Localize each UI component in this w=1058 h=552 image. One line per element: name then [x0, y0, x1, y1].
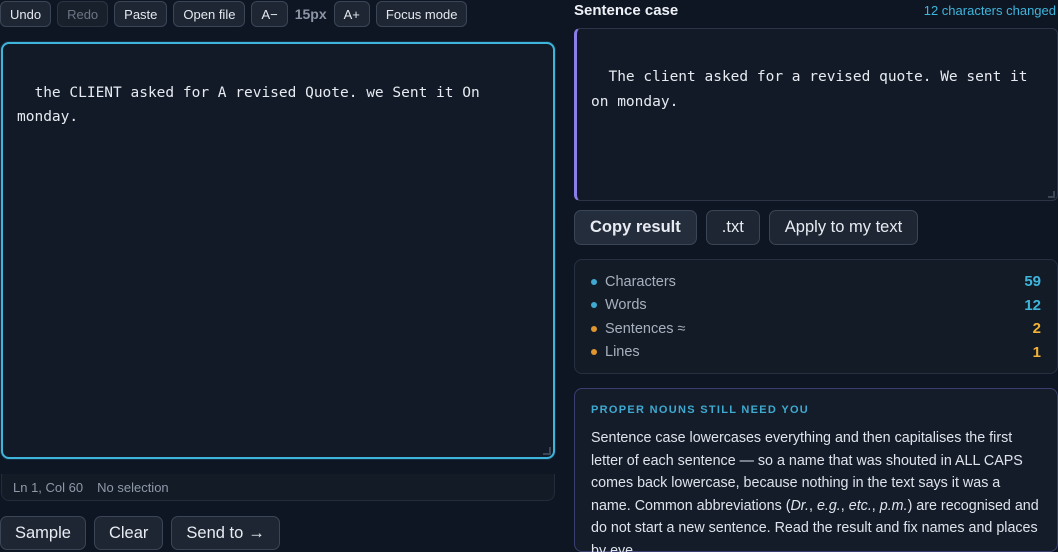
font-decrease-button[interactable]: A−: [251, 1, 288, 27]
font-size-readout: 15px: [294, 6, 327, 22]
note-abbr: e.g.: [816, 497, 841, 514]
stat-row-lines: Lines 1: [591, 341, 1041, 365]
stat-value: 59: [1024, 273, 1041, 291]
input-textarea[interactable]: the CLIENT asked for A revised Quote. we…: [1, 42, 555, 459]
arrow-right-icon: →: [248, 523, 265, 542]
stat-label: Lines: [605, 344, 640, 361]
result-actions: Copy result .txt Apply to my text: [574, 210, 919, 245]
undo-button[interactable]: Undo: [0, 1, 52, 27]
stat-row-words: Words 12: [591, 294, 1041, 318]
bullet-icon: [591, 349, 597, 356]
editor-statusbar: Ln 1, Col 60 No selection: [1, 474, 555, 501]
result-output[interactable]: The client asked for a revised quote. We…: [574, 28, 1058, 201]
input-text: the CLIENT asked for A revised Quote. we…: [17, 85, 480, 125]
result-resize-handle[interactable]: [1048, 191, 1055, 198]
result-header: Sentence case 12 characters changed: [574, 0, 1058, 20]
bullet-icon: [591, 302, 597, 309]
sample-button[interactable]: Sample: [0, 516, 86, 550]
proper-nouns-note: PROPER NOUNS STILL NEED YOU Sentence cas…: [574, 388, 1058, 552]
note-body: Sentence case lowercases everything and …: [591, 427, 1041, 552]
download-txt-button[interactable]: .txt: [705, 210, 760, 245]
font-increase-button[interactable]: A+: [333, 1, 370, 27]
focus-mode-button[interactable]: Focus mode: [375, 1, 468, 27]
stats-panel: Characters 59 Words 12 Sentences ≈ 2 Lin…: [574, 259, 1058, 374]
note-title: PROPER NOUNS STILL NEED YOU: [591, 404, 810, 416]
open-file-button[interactable]: Open file: [173, 1, 246, 27]
cursor-position: Ln 1, Col 60: [13, 479, 84, 495]
resize-handle[interactable]: [543, 447, 551, 455]
note-sep: ,: [840, 497, 849, 514]
paste-button[interactable]: Paste: [114, 1, 168, 27]
bullet-icon: [591, 325, 597, 332]
editor-toolbar: Undo Redo Paste Open file A− 15px A+ Foc…: [0, 1, 468, 27]
note-abbr: p.m.: [879, 497, 908, 514]
result-title: Sentence case: [574, 1, 679, 19]
result-text: The client asked for a revised quote. We…: [591, 69, 1028, 110]
send-to-label: Send to: [186, 523, 244, 542]
clear-button[interactable]: Clear: [93, 516, 164, 550]
stat-row-sentences: Sentences ≈ 2: [591, 317, 1041, 341]
stat-value: 12: [1024, 296, 1041, 314]
stat-value: 2: [1032, 320, 1041, 338]
send-to-button[interactable]: Send to →: [171, 516, 280, 550]
stat-label: Sentences ≈: [605, 320, 686, 337]
stat-row-characters: Characters 59: [591, 270, 1041, 294]
bullet-icon: [591, 278, 597, 285]
apply-to-text-button[interactable]: Apply to my text: [768, 210, 919, 245]
redo-button[interactable]: Redo: [57, 1, 109, 27]
stat-label: Characters: [605, 273, 676, 290]
note-abbr: Dr.: [790, 497, 809, 514]
stat-value: 1: [1032, 343, 1041, 361]
copy-result-button[interactable]: Copy result: [574, 210, 697, 245]
stat-label: Words: [605, 297, 647, 314]
changed-count: 12 characters changed: [923, 2, 1056, 18]
note-abbr: etc.: [848, 497, 872, 514]
input-actions: Sample Clear Send to →: [0, 516, 280, 550]
note-sep: ,: [871, 497, 880, 514]
note-sep: ,: [808, 497, 817, 514]
selection-status: No selection: [97, 479, 169, 495]
